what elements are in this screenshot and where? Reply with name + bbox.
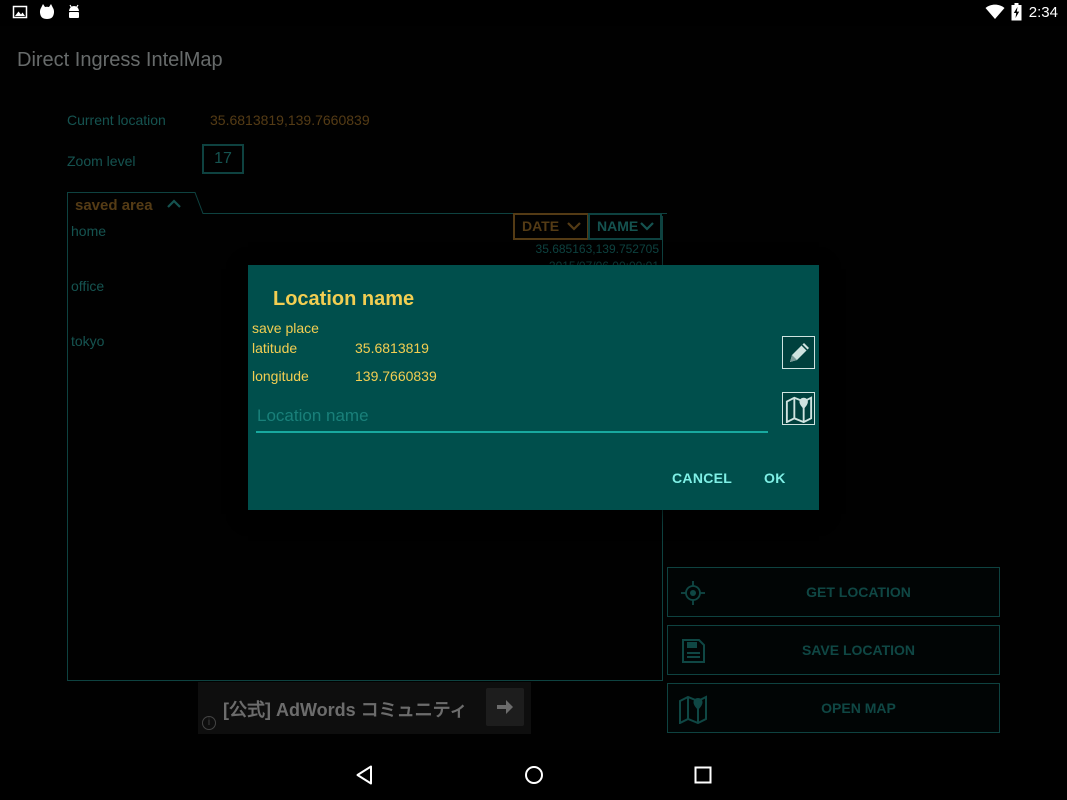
edit-button[interactable] <box>782 336 815 369</box>
latitude-label: latitude <box>252 340 298 356</box>
location-name-input[interactable] <box>256 401 768 433</box>
cat-icon <box>39 4 55 19</box>
cancel-button[interactable]: CANCEL <box>672 470 732 486</box>
map-icon <box>785 396 813 423</box>
back-icon[interactable] <box>354 764 376 786</box>
pencil-icon <box>790 343 809 362</box>
dialog-title: Location name <box>273 288 415 310</box>
status-time: 2:34 <box>1028 4 1058 21</box>
location-name-dialog: Location name save place latitude 35.681… <box>248 265 819 510</box>
save-place-label: save place <box>252 320 319 336</box>
navigation-bar <box>0 750 1067 800</box>
home-icon[interactable] <box>523 764 545 786</box>
pick-from-map-button[interactable] <box>782 392 815 425</box>
longitude-label: longitude <box>252 368 309 384</box>
longitude-value: 139.7660839 <box>355 368 437 384</box>
android-icon <box>69 4 79 18</box>
status-bar: 2:34 <box>0 0 1067 26</box>
image-icon <box>12 5 28 19</box>
recents-icon[interactable] <box>692 764 714 786</box>
latitude-value: 35.6813819 <box>355 340 429 356</box>
ok-button[interactable]: OK <box>764 470 786 486</box>
wifi-icon <box>985 4 1005 19</box>
battery-charging-icon <box>1011 3 1022 21</box>
